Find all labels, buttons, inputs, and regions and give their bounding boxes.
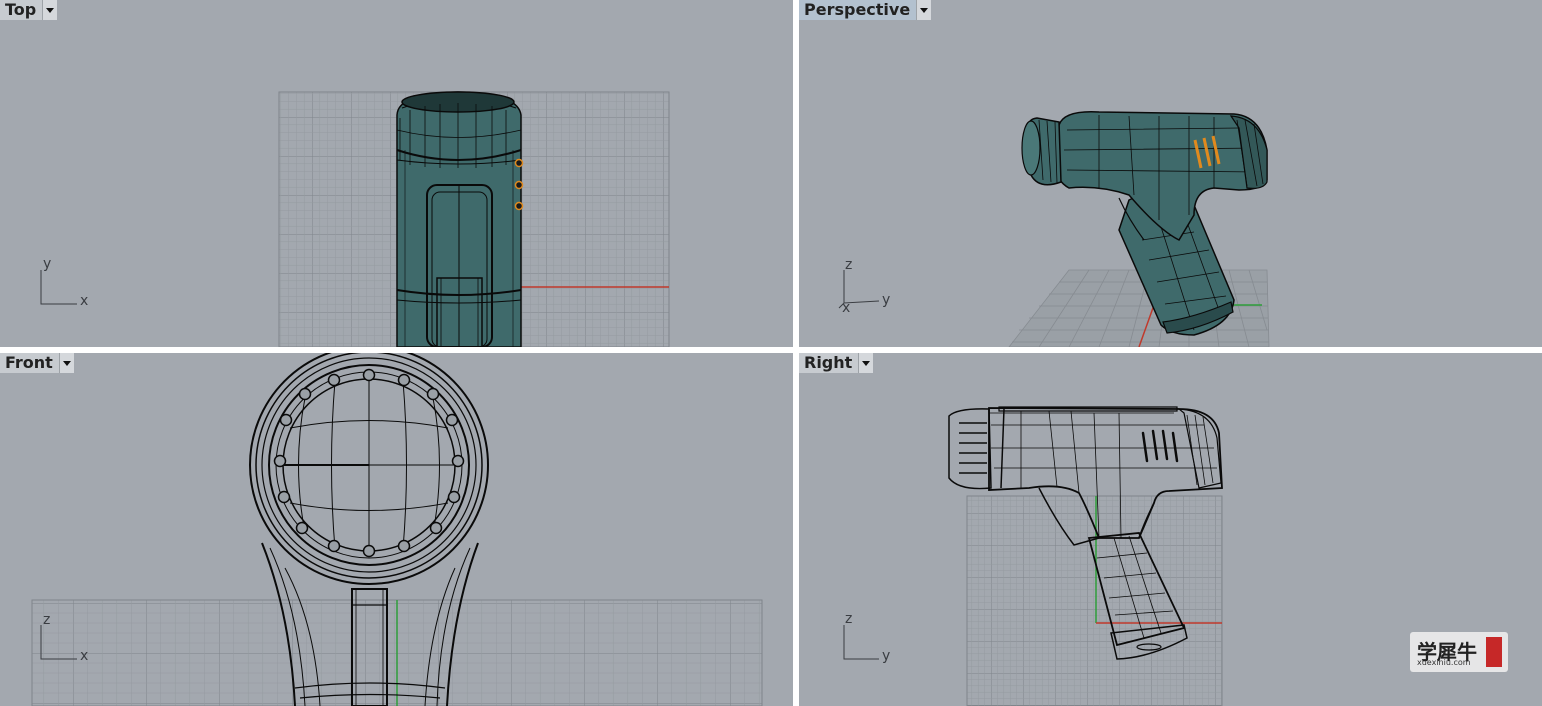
axis-label-vertical: z	[845, 611, 852, 627]
axis-label-vertical: z	[43, 612, 50, 628]
model-top-view[interactable]	[396, 91, 524, 347]
dropdown-arrow-icon[interactable]	[858, 353, 874, 373]
viewport-right-title[interactable]: Right	[799, 353, 874, 373]
viewport-top[interactable]: Top y x	[0, 0, 793, 347]
axis-label-vertical: y	[43, 256, 51, 272]
dropdown-arrow-icon[interactable]	[42, 0, 58, 20]
axis-label-depth: x	[842, 300, 850, 316]
viewport-perspective[interactable]: Perspective z y x	[799, 0, 1542, 347]
axis-label-horizontal: x	[80, 648, 88, 664]
viewport-top-label: Top	[0, 0, 43, 20]
axis-label-horizontal: y	[882, 648, 890, 664]
front-view-scene[interactable]: z x	[0, 353, 793, 706]
viewport-front-label: Front	[0, 353, 59, 373]
watermark-latin-text: xuexiniu.com	[1417, 658, 1471, 667]
watermark-seal	[1486, 637, 1502, 667]
axis-label-horizontal: x	[80, 293, 88, 309]
axis-label-vertical: z	[845, 257, 852, 273]
viewport-right-label: Right	[799, 353, 859, 373]
viewport-perspective-title[interactable]: Perspective	[799, 0, 932, 20]
viewport-perspective-label: Perspective	[799, 0, 917, 20]
axis-triad-icon: z y x	[838, 257, 890, 316]
axis-triad-icon: y x	[40, 256, 88, 309]
axis-label-horizontal: y	[882, 292, 890, 308]
dropdown-arrow-icon[interactable]	[58, 353, 74, 373]
viewport-front-title[interactable]: Front	[0, 353, 74, 373]
perspective-view-scene[interactable]: z y x	[799, 0, 1542, 347]
viewport-top-title[interactable]: Top	[0, 0, 58, 20]
top-view-scene[interactable]: y x	[0, 0, 793, 347]
dropdown-arrow-icon[interactable]	[916, 0, 932, 20]
axis-triad-icon: z y	[843, 611, 890, 664]
watermark-logo: 学犀牛 xuexiniu.com	[1410, 632, 1508, 672]
viewport-front[interactable]: Front z x	[0, 353, 793, 706]
